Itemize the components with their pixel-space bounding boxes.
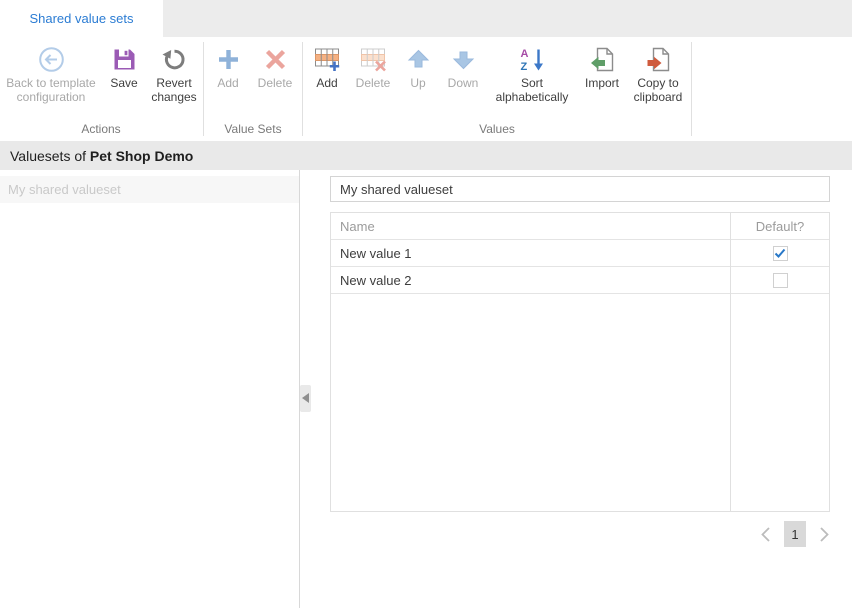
page-number-button[interactable]: 1 [784, 521, 806, 547]
copy-to-clipboard-icon [645, 46, 672, 73]
column-header-name: Name [331, 219, 731, 234]
ribbon-group-separator [302, 42, 303, 136]
delete-value-button[interactable]: Delete [349, 46, 397, 90]
button-label: Revert changes [147, 76, 201, 104]
button-label: Up [410, 76, 425, 90]
svg-text:A: A [520, 48, 528, 60]
values-table: Name Default? New value 1 New value 2 [330, 212, 830, 512]
valueset-list-item[interactable]: My shared valueset [0, 176, 299, 203]
previous-page-button[interactable] [760, 526, 771, 543]
valuesets-title-bar: Valuesets of Pet Shop Demo [0, 141, 852, 170]
valueset-list-panel: My shared valueset [0, 170, 300, 608]
content-area: My shared valueset Name Default? New val… [0, 170, 852, 608]
page-title-prefix: Valuesets of [10, 148, 86, 164]
sort-alphabetically-button[interactable]: A Z Sort alphabetically [487, 46, 577, 104]
panel-collapse-handle[interactable] [300, 385, 311, 412]
ribbon-group-label-actions: Actions [1, 122, 201, 141]
back-to-template-configuration-button[interactable]: Back to template configuration [1, 46, 101, 104]
button-label: Import [585, 76, 619, 90]
tab-shared-value-sets[interactable]: Shared value sets [0, 0, 163, 37]
button-label: Delete [258, 76, 293, 90]
button-label: Save [110, 76, 137, 90]
ribbon-group-separator [691, 42, 692, 136]
cross-icon [262, 46, 289, 73]
sort-az-icon: A Z [519, 46, 546, 73]
tab-label: Shared value sets [29, 11, 133, 26]
ribbon-group-label-values: Values [305, 122, 689, 141]
ribbon-group-actions: Back to template configuration Save [1, 37, 201, 141]
ribbon: Back to template configuration Save [0, 37, 852, 141]
table-row[interactable]: New value 2 [331, 267, 829, 294]
next-page-button[interactable] [819, 526, 830, 543]
default-checkbox-unchecked[interactable] [773, 273, 788, 288]
table-row-delete-icon [360, 46, 387, 73]
button-label: Copy to clipboard [627, 76, 689, 104]
move-down-button[interactable]: Down [439, 46, 487, 90]
valueset-detail-panel: Name Default? New value 1 New value 2 [300, 170, 852, 608]
valueset-list-item-label: My shared valueset [8, 182, 121, 197]
table-row-add-icon [314, 46, 341, 73]
delete-value-set-button[interactable]: Delete [250, 46, 300, 90]
button-label: Delete [356, 76, 391, 90]
value-name-cell: New value 2 [331, 273, 731, 288]
back-circle-arrow-icon [38, 46, 65, 73]
table-row[interactable]: New value 1 [331, 240, 829, 267]
svg-text:Z: Z [520, 61, 527, 73]
add-value-set-button[interactable]: Add [206, 46, 250, 90]
import-document-icon [589, 46, 616, 73]
value-name-cell: New value 1 [331, 246, 731, 261]
valueset-name-input[interactable] [330, 176, 830, 202]
button-label: Add [217, 76, 238, 90]
column-header-default: Default? [731, 219, 829, 234]
move-up-button[interactable]: Up [397, 46, 439, 90]
import-button[interactable]: Import [577, 46, 627, 90]
arrow-down-icon [450, 46, 477, 73]
add-value-button[interactable]: Add [305, 46, 349, 90]
button-label: Add [316, 76, 337, 90]
pagination: 1 [330, 521, 830, 547]
default-checkbox-checked[interactable] [773, 246, 788, 261]
ribbon-group-separator [203, 42, 204, 136]
ribbon-group-value-sets: Add Delete Value Sets [206, 37, 300, 141]
copy-to-clipboard-button[interactable]: Copy to clipboard [627, 46, 689, 104]
button-label: Back to template configuration [1, 76, 101, 104]
tab-bar: Shared value sets [0, 0, 852, 37]
save-floppy-icon [111, 46, 138, 73]
arrow-up-icon [405, 46, 432, 73]
ribbon-group-values: Add Delete [305, 37, 689, 141]
table-column-divider [730, 213, 731, 511]
button-label: Down [448, 76, 479, 90]
button-label: Sort alphabetically [487, 76, 577, 104]
save-button[interactable]: Save [101, 46, 147, 90]
tab-bar-empty-strip [163, 0, 852, 37]
revert-changes-button[interactable]: Revert changes [147, 46, 201, 104]
collapse-left-triangle-icon [302, 390, 309, 408]
chevron-right-icon [819, 526, 830, 543]
revert-undo-icon [161, 46, 188, 73]
plus-icon [215, 46, 242, 73]
ribbon-group-label-value-sets: Value Sets [206, 122, 300, 141]
values-table-header-row: Name Default? [331, 213, 829, 240]
chevron-left-icon [760, 526, 771, 543]
page-title-name: Pet Shop Demo [90, 148, 193, 164]
check-icon [774, 248, 786, 259]
